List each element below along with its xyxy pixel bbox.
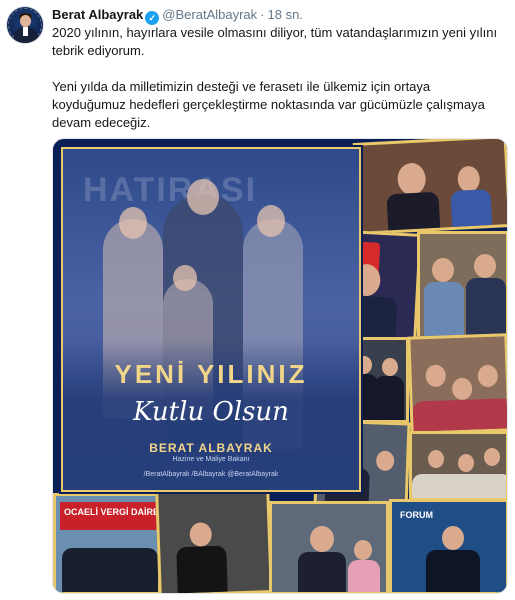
greeting-card-panel: HATIRASI YENİ YILINIZ Kutlu Olsun BERAT … <box>61 147 361 492</box>
signature-title: Hazine ve Maliye Bakanı <box>172 456 250 463</box>
tweet-paragraph-2: Yeni yılda da milletimizin desteği ve fe… <box>52 79 485 130</box>
photo-table <box>412 474 506 498</box>
photo-crowd-bodies <box>412 398 507 435</box>
collage-photo-crowd <box>407 333 507 435</box>
avatar[interactable] <box>6 6 44 44</box>
collage-photo-forum: FORUM <box>389 499 507 593</box>
photo-person-head <box>425 364 447 388</box>
greeting-line-1: YENİ YILINIZ <box>114 359 308 389</box>
photo-group-bodies <box>62 548 158 592</box>
collage-photo-handshake <box>417 231 507 339</box>
verified-badge-icon: ✓ <box>145 11 160 25</box>
photo-person-head-3 <box>477 364 499 388</box>
photo-person-head <box>428 450 444 468</box>
family-head-3 <box>257 205 285 237</box>
photo-child-head <box>354 540 372 560</box>
author-handle[interactable]: @BeratAlbayrak <box>162 7 257 22</box>
photo-person-head-2 <box>458 454 474 472</box>
collage-photo-children <box>269 501 389 593</box>
photo-person-body <box>298 552 346 592</box>
photo-person-body <box>386 191 441 235</box>
photo-person-body-3 <box>374 376 404 420</box>
photo-person-head-3 <box>484 448 500 466</box>
signature-name: BERAT ALBAYRAK <box>149 441 273 455</box>
photo-person-head <box>442 526 464 550</box>
photo-person-body <box>426 550 480 592</box>
photo-person-body <box>424 282 464 336</box>
photo-forum-text: FORUM <box>400 510 433 520</box>
photo-person-head <box>189 522 213 547</box>
tweet-image[interactable]: OCAELİ VERGİ DAİRESİ FORUM HATIRASI YENİ… <box>52 138 508 594</box>
photo-person-body-2 <box>466 278 506 336</box>
avatar-shirt <box>23 27 28 36</box>
tweet: Berat Albayrak ✓ @BeratAlbayrak · 18 sn. 202… <box>0 0 515 600</box>
photo-person-head <box>432 258 454 282</box>
tweet-header: Berat Albayrak ✓ @BeratAlbayrak · 18 sn. <box>52 6 303 25</box>
tweet-paragraph-1: 2020 yılının, hayırlara vesile olmasını … <box>52 25 498 58</box>
photo-person-head-3 <box>382 358 398 376</box>
collage-photo-podium <box>155 487 273 593</box>
photo-person-head <box>310 526 334 552</box>
panel-background-text: HATIRASI <box>83 171 258 209</box>
photo-sign-text: OCAELİ VERGİ DAİRESİ <box>64 507 161 517</box>
collage-photo-gathering <box>409 431 507 501</box>
family-head-1 <box>119 207 147 239</box>
avatar-face <box>20 15 31 27</box>
photo-person-head <box>396 162 427 196</box>
photo-person-head-2 <box>474 254 496 278</box>
photo-child-body <box>348 560 380 592</box>
social-handles: /BeratAlbayrak /BAlbayrak @BeratAlbayrak <box>143 471 279 478</box>
tweet-text: 2020 yılının, hayırlara vesile olmasını … <box>52 24 502 132</box>
family-head-2 <box>187 179 219 215</box>
tweet-timestamp[interactable]: 18 sn. <box>268 7 303 22</box>
photo-person-head-2 <box>375 450 395 472</box>
separator-dot: · <box>260 7 265 22</box>
collage-photo-tax-office: OCAELİ VERGİ DAİRESİ <box>53 493 161 593</box>
photo-child-head <box>457 165 481 193</box>
collage-photo-family-selfie <box>352 139 507 235</box>
photo-person-head-2 <box>451 377 473 401</box>
photo-sign: OCAELİ VERGİ DAİRESİ <box>60 502 161 530</box>
family-head-4 <box>173 265 197 291</box>
photo-child-body <box>450 188 493 231</box>
author-name[interactable]: Berat Albayrak <box>52 7 143 22</box>
greeting-line-2: Kutlu Olsun <box>133 397 289 427</box>
photo-person-body <box>176 545 228 593</box>
